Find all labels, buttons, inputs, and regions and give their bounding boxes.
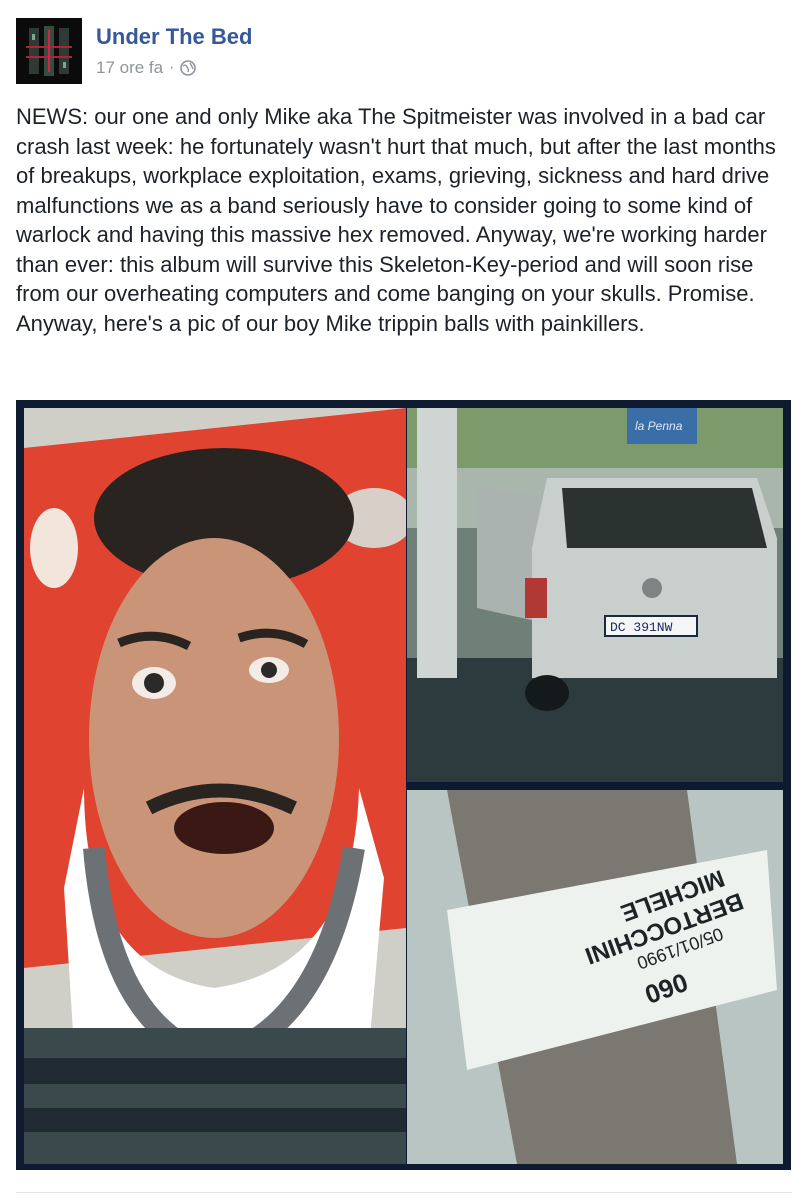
page-name-link[interactable]: Under The Bed <box>96 24 252 50</box>
road-sign-text: la Penna <box>635 419 683 433</box>
photo-selfie-neck-brace[interactable] <box>24 408 406 1164</box>
post-timestamp[interactable]: 17 ore fa <box>96 58 163 78</box>
photo-damaged-car[interactable]: la Penna DC 391NW <box>407 408 783 782</box>
post-header: Under The Bed 17 ore fa · <box>16 18 796 86</box>
post-text: NEWS: our one and only Mike aka The Spit… <box>16 102 792 338</box>
license-plate-text: DC 391NW <box>610 620 673 635</box>
photo-hospital-wristband[interactable]: 060 05/01/1990 BERTOCCHINI MICHELE <box>407 790 783 1164</box>
post-divider <box>16 1192 792 1193</box>
page-avatar[interactable] <box>16 18 82 84</box>
globe-icon[interactable] <box>180 60 197 76</box>
post-meta: 17 ore fa · <box>96 58 197 78</box>
post-body: NEWS: our one and only Mike aka The Spit… <box>16 104 776 336</box>
meta-separator: · <box>169 59 175 76</box>
photo-collage[interactable]: la Penna DC 391NW 060 05/01/1990 BERTOCC… <box>16 400 791 1170</box>
